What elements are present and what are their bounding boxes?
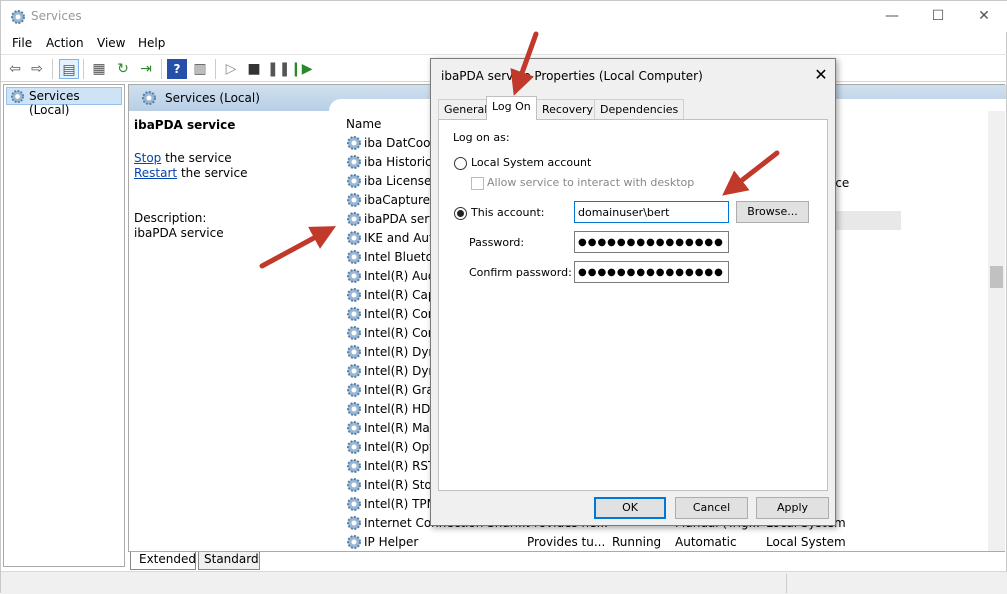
title-bar: Services — ☐ ✕: [1, 1, 1007, 32]
service-name: Intel(R) TPM: [364, 497, 438, 511]
service-gear-icon: [346, 325, 362, 341]
local-system-label: Local System account: [471, 156, 592, 169]
service-gear-icon: [346, 344, 362, 360]
stop-link[interactable]: Stop: [134, 151, 161, 165]
back-arrow-icon[interactable]: ⇦: [5, 59, 25, 79]
action-pane-icon[interactable]: ▥: [190, 59, 210, 79]
service-gear-icon: [346, 515, 362, 531]
pane-header-label: Services (Local): [165, 91, 260, 105]
service-description: Provides tu...: [527, 535, 606, 549]
menu-file[interactable]: File: [12, 36, 32, 50]
menu-action[interactable]: Action: [46, 36, 84, 50]
menu-view[interactable]: View: [97, 36, 125, 50]
window-title: Services: [31, 9, 82, 23]
tree-node-label: Services (Local): [29, 89, 80, 117]
apply-button[interactable]: Apply: [756, 497, 829, 519]
service-gear-icon: [346, 173, 362, 189]
this-account-radio[interactable]: [454, 207, 467, 220]
service-gear-icon: [346, 363, 362, 379]
vertical-scrollbar[interactable]: [988, 111, 1005, 551]
service-name: IP Helper: [364, 535, 419, 549]
log-on-as-label: Log on as:: [453, 131, 510, 144]
service-row[interactable]: IP Helper Provides tu... Running Automatic L…: [344, 533, 1004, 552]
minimize-button[interactable]: —: [869, 1, 915, 32]
service-gear-icon: [346, 496, 362, 512]
service-gear-icon: [346, 458, 362, 474]
service-gear-icon: [346, 135, 362, 151]
log-on-panel: Log on as: Local System account Allow se…: [438, 119, 828, 491]
services-gear-icon: [142, 91, 156, 105]
stop-line: Stop the service: [134, 151, 232, 165]
pause-service-icon[interactable]: ❚❚: [267, 59, 290, 79]
description-label: Description:: [134, 211, 207, 225]
tab-dependencies[interactable]: Dependencies: [594, 99, 685, 119]
this-account-label: This account:: [471, 206, 545, 219]
browse-button[interactable]: Browse...: [736, 201, 809, 223]
service-gear-icon: [346, 287, 362, 303]
service-gear-icon: [346, 477, 362, 493]
service-title: ibaPDA service: [134, 118, 236, 132]
help-icon[interactable]: ?: [167, 59, 187, 79]
service-gear-icon: [346, 534, 362, 550]
cancel-button[interactable]: Cancel: [675, 497, 748, 519]
start-service-icon[interactable]: ▷: [221, 59, 241, 79]
service-gear-icon: [346, 192, 362, 208]
properties-icon[interactable]: ▦: [89, 59, 109, 79]
dialog-title: ibaPDA service Properties (Local Compute…: [441, 69, 703, 83]
menu-help[interactable]: Help: [138, 36, 165, 50]
allow-desktop-checkbox[interactable]: [471, 177, 484, 190]
service-gear-icon: [346, 306, 362, 322]
tab-extended[interactable]: Extended: [130, 552, 196, 570]
service-gear-icon: [346, 401, 362, 417]
scroll-thumb[interactable]: [990, 266, 1003, 288]
password-label: Password:: [469, 236, 525, 249]
service-startup-type: Automatic: [675, 535, 737, 549]
status-bar: [1, 571, 1007, 594]
restart-line: Restart the service: [134, 166, 248, 180]
allow-desktop-label: Allow service to interact with desktop: [487, 176, 695, 189]
menu-bar: File Action View Help: [1, 32, 1007, 54]
close-button[interactable]: ✕: [961, 1, 1007, 32]
services-gear-icon: [11, 10, 25, 24]
service-gear-icon: [346, 268, 362, 284]
stop-service-icon[interactable]: ■: [244, 59, 264, 79]
service-gear-icon: [346, 382, 362, 398]
service-gear-icon: [346, 420, 362, 436]
console-tree: Services (Local): [3, 84, 125, 567]
maximize-button[interactable]: ☐: [915, 1, 961, 32]
tab-standard[interactable]: Standard: [198, 552, 260, 570]
column-header-name[interactable]: Name: [346, 117, 381, 131]
dialog-close-button[interactable]: ✕: [811, 65, 831, 85]
show-hide-console-tree-icon[interactable]: ▤: [59, 59, 79, 79]
service-status: Running: [612, 535, 662, 549]
view-tabs: Extended Standard: [128, 552, 1005, 570]
restart-link[interactable]: Restart: [134, 166, 177, 180]
export-list-icon[interactable]: ⇥: [136, 59, 156, 79]
service-log-on-as: Local System: [766, 535, 846, 549]
account-field[interactable]: domainuser\bert: [574, 201, 729, 223]
services-gear-icon: [10, 89, 25, 104]
confirm-password-field[interactable]: ●●●●●●●●●●●●●●●: [574, 261, 729, 283]
restart-service-icon[interactable]: ❙▶: [290, 59, 313, 79]
service-gear-icon: [346, 230, 362, 246]
service-gear-icon: [346, 249, 362, 265]
service-gear-icon: [346, 439, 362, 455]
local-system-radio[interactable]: [454, 157, 467, 170]
tree-node-services-local[interactable]: Services (Local): [6, 87, 122, 117]
ok-button[interactable]: OK: [594, 497, 666, 519]
tab-log-on[interactable]: Log On: [486, 96, 537, 120]
confirm-password-label: Confirm password:: [469, 266, 572, 279]
service-gear-icon: [346, 154, 362, 170]
description-text: ibaPDA service: [134, 226, 224, 240]
password-field[interactable]: ●●●●●●●●●●●●●●●: [574, 231, 729, 253]
refresh-icon[interactable]: ↻: [113, 59, 133, 79]
service-name: Intel Blueto: [364, 250, 433, 264]
tab-recovery[interactable]: Recovery: [536, 99, 600, 119]
forward-arrow-icon[interactable]: ⇨: [27, 59, 47, 79]
service-gear-icon: [346, 211, 362, 227]
properties-dialog: ibaPDA service Properties (Local Compute…: [430, 58, 836, 526]
service-name: Intel(R) Audi: [364, 269, 439, 283]
